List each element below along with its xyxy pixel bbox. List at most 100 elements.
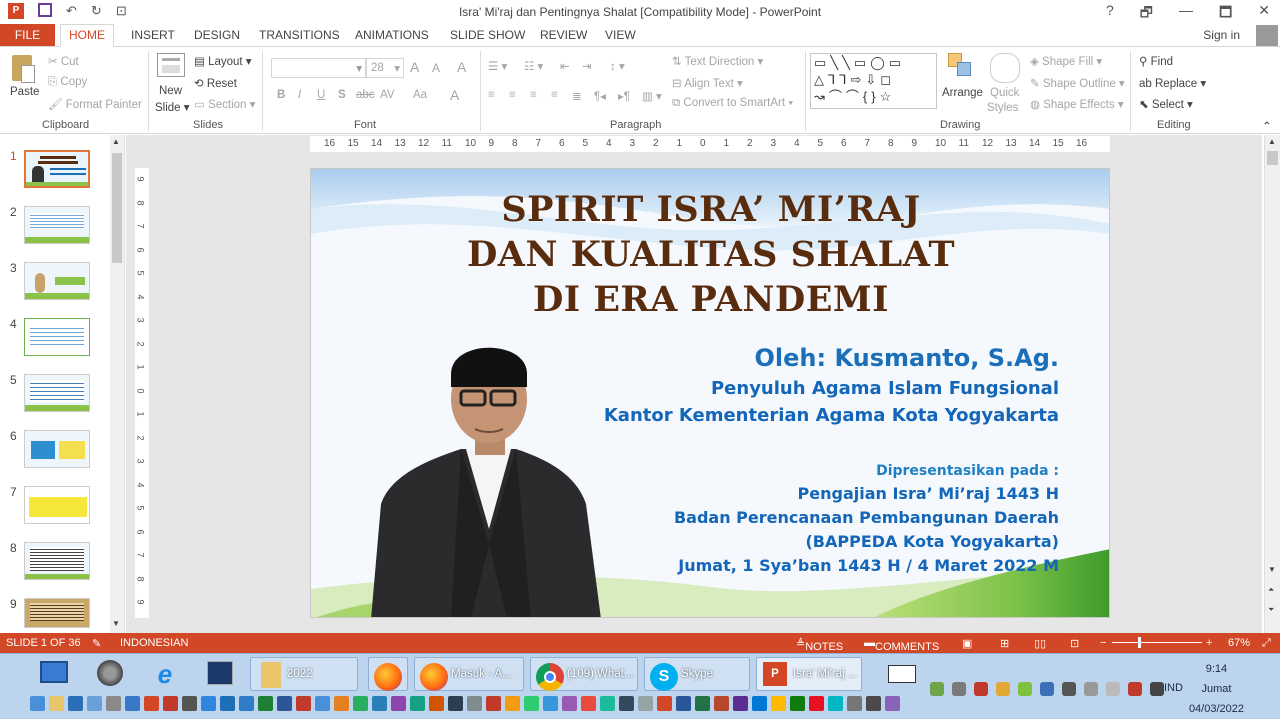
help-button[interactable]: ? (1106, 2, 1114, 26)
cut-button[interactable]: ✂ Cut (48, 54, 79, 68)
quick-launch-icon[interactable] (201, 696, 216, 711)
new-slide-button[interactable]: New (159, 85, 182, 97)
slide-canvas[interactable]: SPIRIT ISRA’ MI’RAJ DAN KUALITAS SHALAT … (310, 168, 1110, 618)
reset-button[interactable]: ⟲ Reset (194, 76, 237, 90)
quick-launch-icon[interactable] (87, 696, 102, 711)
section-button[interactable]: ▭ Section ▾ (194, 97, 255, 111)
slide-thumbnail-4[interactable] (24, 318, 90, 356)
quick-launch-icon[interactable] (30, 696, 45, 711)
quick-launch-icon[interactable] (163, 696, 178, 711)
align-right-icon[interactable]: ≡ (530, 89, 537, 101)
increase-indent-icon[interactable]: ⇥ (582, 59, 592, 73)
italic-button[interactable]: I (298, 89, 301, 101)
slide-thumbnail-5[interactable] (24, 374, 90, 412)
next-slide-icon[interactable]: ⏷ (1268, 605, 1274, 615)
zoom-slider[interactable] (1112, 642, 1202, 643)
volume-icon[interactable] (1084, 682, 1098, 696)
quick-launch-icon[interactable] (448, 696, 463, 711)
network-icon[interactable] (930, 682, 944, 696)
maximize-button[interactable]: 🗖 (1219, 2, 1232, 26)
justify-icon[interactable]: ≡ (551, 89, 558, 101)
align-center-icon[interactable]: ≡ (509, 89, 516, 101)
quick-launch-icon[interactable] (182, 696, 197, 711)
quick-launch-icon[interactable] (752, 696, 767, 711)
zoom-slider-thumb[interactable] (1138, 637, 1141, 648)
columns-icon[interactable]: ▥ ▾ (642, 89, 662, 103)
font-color-button[interactable]: A (450, 87, 459, 103)
tray-app-icon[interactable] (1018, 682, 1032, 696)
quick-launch-icon[interactable] (353, 696, 368, 711)
quick-launch-icon[interactable] (638, 696, 653, 711)
avatar[interactable] (1256, 25, 1278, 46)
text-shadow-button[interactable]: S (338, 89, 346, 101)
slide-thumbnail-1[interactable] (24, 150, 90, 188)
taskbar-skype-window[interactable]: S Skype (644, 657, 750, 691)
zoom-out-icon[interactable]: − (1100, 637, 1106, 649)
quick-launch-icon[interactable] (695, 696, 710, 711)
strikethrough-button[interactable]: abc (356, 89, 375, 101)
layout-button[interactable]: ▤ Layout ▾ (194, 54, 252, 68)
bullets-icon[interactable]: ☰ ▾ (488, 59, 507, 73)
slide-thumbnail-7[interactable] (24, 486, 90, 524)
app-icon[interactable] (203, 657, 237, 691)
quick-launch-icon[interactable] (581, 696, 596, 711)
firefox-icon[interactable] (368, 657, 408, 691)
slide-thumbnail-9[interactable] (24, 598, 90, 628)
numbering-icon[interactable]: ☷ ▾ (524, 59, 543, 73)
zoom-in-icon[interactable]: + (1206, 637, 1212, 649)
taskbar-folder-2022[interactable]: 2022 (250, 657, 358, 691)
quick-launch-icon[interactable] (600, 696, 615, 711)
spell-check-icon[interactable]: ✎ (92, 637, 101, 650)
quick-launch-icon[interactable] (106, 696, 121, 711)
quick-launch-icon[interactable] (334, 696, 349, 711)
quick-launch-icon[interactable] (429, 696, 444, 711)
internet-explorer-icon[interactable]: e (148, 657, 182, 691)
quick-launch-icon[interactable] (828, 696, 843, 711)
device-icon[interactable] (952, 682, 966, 696)
previous-slide-icon[interactable]: ⏶ (1268, 585, 1274, 595)
normal-view-icon[interactable]: ▣ (962, 637, 972, 650)
select-button[interactable]: ⬉ Select ▾ (1139, 97, 1193, 111)
quick-launch-icon[interactable] (885, 696, 900, 711)
quick-launch-icon[interactable] (714, 696, 729, 711)
signal-icon[interactable] (1128, 682, 1142, 696)
slide-scrollbar[interactable]: ▲ ▼ ⏶ ⏷ (1264, 135, 1280, 633)
zoom-level[interactable]: 67% (1228, 637, 1250, 649)
paste-button[interactable]: Paste (10, 86, 39, 98)
shape-fill-button[interactable]: ◈ Shape Fill ▾ (1030, 54, 1102, 68)
slide-thumbnail-8[interactable] (24, 542, 90, 580)
quick-launch-icon[interactable] (847, 696, 862, 711)
taskbar-powerpoint-window[interactable]: P Isra' Mi'raj ... (756, 657, 862, 691)
rtl-icon[interactable]: ¶◂ (594, 89, 606, 103)
quick-launch-icon[interactable] (619, 696, 634, 711)
quick-launch-icon[interactable] (372, 696, 387, 711)
quick-launch-icon[interactable] (220, 696, 235, 711)
scroll-up-icon[interactable]: ▲ (112, 137, 120, 146)
tab-insert[interactable]: INSERT (131, 28, 175, 42)
tab-animations[interactable]: ANIMATIONS (355, 28, 429, 42)
collapse-ribbon-icon[interactable]: ⌃ (1262, 119, 1272, 133)
bold-button[interactable]: B (277, 89, 285, 101)
quick-launch-icon[interactable] (315, 696, 330, 711)
keyboard-icon[interactable] (886, 657, 920, 691)
tab-view[interactable]: VIEW (605, 28, 636, 42)
quick-styles-icon[interactable] (990, 53, 1020, 83)
quick-launch-icon[interactable] (296, 696, 311, 711)
scroll-down-icon[interactable]: ▼ (112, 619, 120, 628)
quick-launch-icon[interactable] (391, 696, 406, 711)
replace-button[interactable]: ab Replace ▾ (1139, 76, 1206, 90)
input-language-indicator[interactable]: IND (1164, 682, 1183, 694)
character-spacing-button[interactable]: AV (380, 89, 395, 101)
quick-launch-icon[interactable] (676, 696, 691, 711)
tab-design[interactable]: DESIGN (194, 28, 240, 42)
decrease-indent-icon[interactable]: ⇤ (560, 59, 570, 73)
tab-review[interactable]: REVIEW (540, 28, 587, 42)
slide-thumbnail-6[interactable] (24, 430, 90, 468)
arrange-button[interactable]: Arrange (942, 87, 983, 99)
quick-launch-icon[interactable] (543, 696, 558, 711)
computer-icon[interactable] (38, 657, 72, 691)
tab-home[interactable]: HOME (60, 24, 114, 47)
quick-launch-icon[interactable] (524, 696, 539, 711)
tab-slide-show[interactable]: SLIDE SHOW (450, 28, 525, 42)
new-slide-icon[interactable] (157, 53, 185, 77)
